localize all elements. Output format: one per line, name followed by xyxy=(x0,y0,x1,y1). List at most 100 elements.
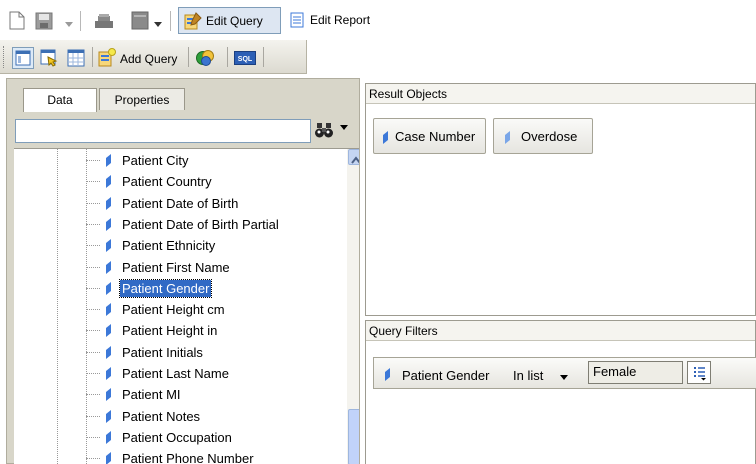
tree-item-label: Patient Country xyxy=(122,174,212,190)
result-object-label: Overdose xyxy=(521,129,578,144)
data-preview-icon[interactable] xyxy=(67,49,85,70)
tree-connector-line xyxy=(86,309,100,311)
tree-item-label: Patient Notes xyxy=(122,408,201,424)
layout-dropdown-icon[interactable] xyxy=(154,17,162,31)
search-input[interactable] xyxy=(15,119,311,143)
query-properties-icon[interactable] xyxy=(40,49,58,70)
query-filter-row[interactable]: Patient Gender In list Female xyxy=(373,357,756,389)
tree-item[interactable]: Patient Ethnicity xyxy=(86,235,346,256)
tree-connector-line xyxy=(86,458,100,460)
query-toolbar: Add Query SQL xyxy=(0,40,307,74)
binoculars-icon[interactable] xyxy=(314,122,334,140)
result-object-case-number[interactable]: Case Number xyxy=(373,118,486,154)
tree-item-label: Patient Height in xyxy=(122,323,218,339)
tree-connector-line xyxy=(86,373,100,374)
edit-report-button[interactable]: Edit Report xyxy=(286,7,382,34)
tree-item[interactable]: Patient Date of Birth Partial xyxy=(86,214,346,235)
tree-item-label: Patient Date of Birth xyxy=(122,195,239,211)
operator-dropdown-icon[interactable] xyxy=(560,374,568,383)
tree-item[interactable]: Patient Occupation xyxy=(86,427,346,448)
tree-item[interactable]: Patient Gender xyxy=(86,278,346,299)
scroll-thumb[interactable] xyxy=(348,409,359,464)
chevron-up-icon xyxy=(351,153,359,167)
tree-item[interactable]: Patient Notes xyxy=(86,406,346,427)
edit-query-label: Edit Query xyxy=(206,14,263,28)
tree-item-label: Patient Phone Number xyxy=(122,451,254,464)
panel-view-icon xyxy=(15,50,31,69)
layout-icon[interactable] xyxy=(131,11,149,33)
tree-connector-line xyxy=(86,181,100,183)
save-dropdown-icon[interactable] xyxy=(65,17,73,31)
tab-properties[interactable]: Properties xyxy=(99,88,185,110)
edit-query-button[interactable]: Edit Query xyxy=(178,7,281,34)
dimension-object-icon xyxy=(503,131,512,147)
tree-item[interactable]: Patient Height in xyxy=(86,320,346,341)
tree-item[interactable]: Patient Country xyxy=(86,171,346,192)
tree-guide-line xyxy=(57,149,58,464)
dimension-object-icon xyxy=(104,196,112,210)
data-tree: Patient City Patient Country Patient Date … xyxy=(14,148,359,464)
tree-connector-line xyxy=(86,160,100,161)
tree-connector-line xyxy=(86,287,100,289)
dimension-object-icon xyxy=(381,131,390,147)
edit-query-icon xyxy=(184,12,202,33)
filter-value-field[interactable]: Female xyxy=(588,361,683,384)
tree-item-label: Patient Height cm xyxy=(122,302,225,318)
tree-connector-line xyxy=(86,202,100,204)
dimension-object-icon xyxy=(104,217,112,231)
tab-data[interactable]: Data xyxy=(23,88,97,112)
dimension-object-icon xyxy=(104,154,112,167)
tree-item-label: Patient Date of Birth Partial xyxy=(122,216,279,232)
save-icon[interactable] xyxy=(35,12,53,33)
tree-item-label: Patient First Name xyxy=(122,259,230,275)
dimension-object-icon xyxy=(104,175,112,189)
query-panel-view-button[interactable] xyxy=(12,47,34,69)
filter-field-label: Patient Gender xyxy=(402,368,490,383)
search-options-dropdown-icon[interactable] xyxy=(340,123,352,137)
scroll-up-button[interactable] xyxy=(348,149,359,165)
print-icon[interactable] xyxy=(94,12,114,33)
tree-item[interactable]: Patient Height cm xyxy=(86,299,346,320)
dimension-object-icon xyxy=(104,388,112,402)
result-objects-header: Result Objects xyxy=(366,84,755,104)
result-object-overdose[interactable]: Overdose xyxy=(493,118,593,154)
tree-item[interactable]: Patient Phone Number xyxy=(86,448,346,464)
tree-item[interactable]: Patient City xyxy=(86,150,346,171)
dimension-object-icon xyxy=(383,368,392,384)
dimension-object-icon xyxy=(104,367,112,380)
tree-connector-line xyxy=(86,330,100,332)
dimension-object-icon xyxy=(104,303,112,317)
result-objects-panel[interactable]: Result Objects Case Number Overdose xyxy=(365,83,756,316)
tree-item[interactable]: Patient Last Name xyxy=(86,363,346,384)
dimension-object-icon xyxy=(104,430,112,444)
tree-item-label: Patient Gender xyxy=(118,278,213,298)
tree-connector-line xyxy=(86,415,100,417)
tree-connector-line xyxy=(86,394,100,396)
tree-connector-line xyxy=(86,266,100,268)
list-icon xyxy=(693,365,707,384)
tree-item[interactable]: Patient First Name xyxy=(86,257,346,278)
tree-item-label: Patient Initials xyxy=(122,344,203,360)
tree-item-label: Patient MI xyxy=(122,387,181,403)
tree-item[interactable]: Patient MI xyxy=(86,384,346,405)
query-design-area: Result Objects Case Number Overdose Quer… xyxy=(365,78,756,464)
filter-operator[interactable]: In list xyxy=(513,368,543,383)
tree-connector-line xyxy=(86,436,100,438)
value-list-button[interactable] xyxy=(687,361,711,384)
query-filters-panel[interactable]: Query Filters Patient Gender In list Fem… xyxy=(365,320,756,464)
add-query-icon[interactable] xyxy=(98,48,116,70)
tree-item-label: Patient City xyxy=(122,153,189,168)
tree-item[interactable]: Patient Date of Birth xyxy=(86,193,346,214)
toolbar-grip[interactable] xyxy=(3,46,6,68)
sql-icon[interactable]: SQL xyxy=(234,51,256,68)
result-object-label: Case Number xyxy=(395,129,476,144)
dimension-object-icon xyxy=(104,345,112,359)
tree-item[interactable]: Patient Initials xyxy=(86,342,346,363)
tree-scrollbar[interactable] xyxy=(347,149,359,464)
combined-query-icon[interactable] xyxy=(195,48,215,71)
add-query-button[interactable]: Add Query xyxy=(120,52,177,66)
tree-connector-line xyxy=(86,223,100,225)
new-document-icon[interactable] xyxy=(9,11,25,33)
tree-connector-line xyxy=(86,245,100,247)
tree-item-label: Patient Occupation xyxy=(122,429,232,445)
